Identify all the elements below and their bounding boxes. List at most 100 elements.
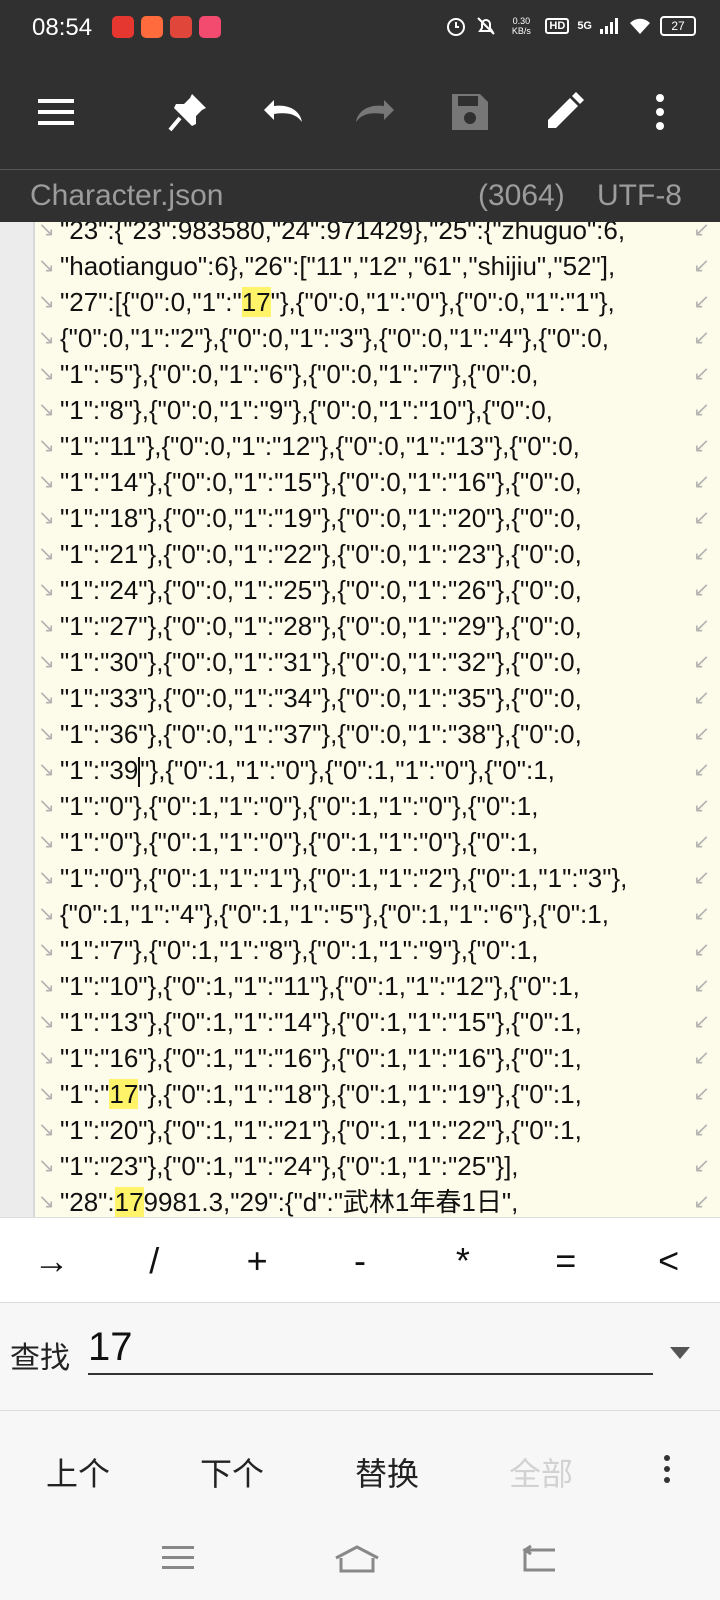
code-line[interactable]: ↘ "1":"0"},{"0":1,"1":"0"},{"0":1,"1":"0"… (38, 788, 718, 824)
encoding-label[interactable]: UTF-8 (597, 179, 682, 213)
code-line[interactable]: ↘ "1":"30"},{"0":0,"1":"31"},{"0":0,"1":"… (38, 644, 718, 680)
code-line[interactable]: ↘ "1":"27"},{"0":0,"1":"28"},{"0":0,"1":"… (38, 608, 718, 644)
code-line[interactable]: ↘ "1":"39"},{"0":1,"1":"0"},{"0":1,"1":"0… (38, 752, 718, 788)
code-line-text: "1":"39"},{"0":1,"1":"0"},{"0":1,"1":"0"… (60, 752, 555, 788)
symbol-key[interactable]: - (309, 1218, 412, 1303)
back-icon[interactable] (521, 1544, 557, 1574)
code-line[interactable]: ↘ "23":{"23":983580,"24":971429},"25":{"z… (38, 222, 718, 248)
home-icon[interactable] (333, 1544, 381, 1574)
more-vertical-icon[interactable] (636, 88, 684, 136)
wrap-continue-icon: ↘ (38, 435, 55, 457)
wrap-icon: ↙ (693, 831, 710, 853)
wrap-continue-icon: ↘ (38, 723, 55, 745)
replace-button[interactable]: 替换 (355, 1449, 419, 1495)
wrap-icon: ↙ (693, 651, 710, 673)
wrap-continue-icon: ↘ (38, 579, 55, 601)
code-line[interactable]: ↘ "1":"7"},{"0":1,"1":"8"},{"0":1,"1":"9"… (38, 932, 718, 968)
wrap-continue-icon: ↘ (38, 615, 55, 637)
code-line-text: "1":"16"},{"0":1,"1":"16"},{"0":1,"1":"1… (60, 1040, 582, 1076)
status-time: 08:54 (32, 14, 93, 41)
symbol-key[interactable]: → (0, 1218, 103, 1303)
wrap-icon: ↙ (693, 795, 710, 817)
editor-gutter (0, 222, 35, 1217)
pin-icon[interactable] (164, 88, 212, 136)
code-line[interactable]: ↘ {"0":1,"1":"4"},{"0":1,"1":"5"},{"0":1,… (38, 896, 718, 932)
wrap-icon: ↙ (693, 543, 710, 565)
status-right: 0.30 KB/s HD 5G 27 (445, 15, 696, 37)
wrap-continue-icon: ↘ (38, 1011, 55, 1033)
code-text: "1":"39 (60, 755, 139, 785)
code-line[interactable]: ↘ {"0":0,"1":"2"},{"0":0,"1":"3"},{"0":0,… (38, 320, 718, 356)
code-line[interactable]: ↘ "1":"21"},{"0":0,"1":"22"},{"0":0,"1":"… (38, 536, 718, 572)
undo-icon[interactable] (258, 88, 306, 136)
code-line[interactable]: ↘ "27":[{"0":0,"1":"17"},{"0":0,"1":"0"},… (38, 284, 718, 320)
wrap-continue-icon: ↘ (38, 255, 55, 277)
code-text: "1":"21"},{"0":0,"1":"22"},{"0":0,"1":"2… (60, 539, 582, 569)
code-line[interactable]: ↘ "1":"10"},{"0":1,"1":"11"},{"0":1,"1":"… (38, 968, 718, 1004)
history-dropdown-icon[interactable] (670, 1347, 690, 1359)
code-line-text: "1":"0"},{"0":1,"1":"1"},{"0":1,"1":"2"}… (60, 860, 627, 896)
more-vertical-icon[interactable] (664, 1455, 670, 1483)
replace-all-button[interactable]: 全部 (509, 1449, 573, 1495)
code-text: "23":{"23":983580,"24":971429},"25":{"zh… (60, 222, 626, 245)
code-line-text: "1":"27"},{"0":0,"1":"28"},{"0":0,"1":"2… (60, 608, 582, 644)
symbol-key[interactable]: + (206, 1218, 309, 1303)
battery-icon: 27 (660, 16, 696, 36)
code-text: "1":"5"},{"0":0,"1":"6"},{"0":0,"1":"7"}… (60, 359, 539, 389)
code-text: "1":"16"},{"0":1,"1":"16"},{"0":1,"1":"1… (60, 1043, 582, 1073)
edit-icon[interactable] (540, 88, 588, 136)
toolbar (0, 58, 720, 169)
code-line[interactable]: ↘ "1":"36"},{"0":0,"1":"37"},{"0":0,"1":"… (38, 716, 718, 752)
code-line[interactable]: ↘ "1":"8"},{"0":0,"1":"9"},{"0":0,"1":"10… (38, 392, 718, 428)
wrap-continue-icon: ↘ (38, 795, 55, 817)
find-prev-button[interactable]: 上个 (46, 1449, 110, 1495)
code-editor[interactable]: ↘ "23":{"23":983580,"24":971429},"25":{"z… (0, 222, 720, 1217)
code-line[interactable]: ↘ "1":"17"},{"0":1,"1":"18"},{"0":1,"1":"… (38, 1076, 718, 1112)
code-line[interactable]: ↘ "1":"20"},{"0":1,"1":"21"},{"0":1,"1":"… (38, 1112, 718, 1148)
code-line[interactable]: ↘ "1":"0"},{"0":1,"1":"0"},{"0":1,"1":"0"… (38, 824, 718, 860)
code-line[interactable]: ↘ "1":"14"},{"0":0,"1":"15"},{"0":0,"1":"… (38, 464, 718, 500)
symbol-key[interactable]: / (103, 1218, 206, 1303)
menu-icon[interactable] (32, 88, 80, 136)
code-line[interactable]: ↘ "1":"5"},{"0":0,"1":"6"},{"0":0,"1":"7"… (38, 356, 718, 392)
code-line-text: "1":"30"},{"0":0,"1":"31"},{"0":0,"1":"3… (60, 644, 582, 680)
find-input[interactable] (88, 1321, 653, 1375)
save-icon[interactable] (446, 88, 494, 136)
wrap-continue-icon: ↘ (38, 1119, 55, 1141)
app-notification-icon (112, 16, 134, 38)
code-line[interactable]: ↘ "1":"13"},{"0":1,"1":"14"},{"0":1,"1":"… (38, 1004, 718, 1040)
code-line-text: "1":"33"},{"0":0,"1":"34"},{"0":0,"1":"3… (60, 680, 582, 716)
find-label: 查找 (10, 1342, 70, 1375)
wrap-icon: ↙ (693, 471, 710, 493)
code-text: "1":"24"},{"0":0,"1":"25"},{"0":0,"1":"2… (60, 575, 582, 605)
find-next-button[interactable]: 下个 (200, 1449, 264, 1495)
code-line[interactable]: ↘ "1":"0"},{"0":1,"1":"1"},{"0":1,"1":"2"… (38, 860, 718, 896)
code-text: "1":"0"},{"0":1,"1":"0"},{"0":1,"1":"0"}… (60, 827, 539, 857)
code-line[interactable]: ↘ "1":"24"},{"0":0,"1":"25"},{"0":0,"1":"… (38, 572, 718, 608)
wifi-icon (630, 18, 650, 34)
wrap-continue-icon: ↘ (38, 687, 55, 709)
symbol-key[interactable]: < (617, 1218, 720, 1303)
code-line[interactable]: ↘ "1":"11"},{"0":0,"1":"12"},{"0":0,"1":"… (38, 428, 718, 464)
code-text: "1":"11"},{"0":0,"1":"12"},{"0":0,"1":"1… (60, 431, 580, 461)
code-text: "1":"20"},{"0":1,"1":"21"},{"0":1,"1":"2… (60, 1115, 582, 1145)
wrap-icon: ↙ (693, 903, 710, 925)
code-line-text: {"0":0,"1":"2"},{"0":0,"1":"3"},{"0":0,"… (60, 320, 609, 356)
code-text: "1":"30"},{"0":0,"1":"31"},{"0":0,"1":"3… (60, 647, 582, 677)
code-line-text: "1":"17"},{"0":1,"1":"18"},{"0":1,"1":"1… (60, 1076, 582, 1112)
wrap-icon: ↙ (693, 939, 710, 961)
code-line-text: "27":[{"0":0,"1":"17"},{"0":0,"1":"0"},{… (60, 284, 615, 320)
code-lines[interactable]: ↘ "23":{"23":983580,"24":971429},"25":{"z… (38, 222, 718, 1217)
code-line[interactable]: ↘ "haotianguo":6},"26":["11","12","61","s… (38, 248, 718, 284)
code-line[interactable]: ↘ "1":"33"},{"0":0,"1":"34"},{"0":0,"1":"… (38, 680, 718, 716)
symbol-key[interactable]: = (514, 1218, 617, 1303)
symbol-key[interactable]: * (411, 1218, 514, 1303)
recent-apps-icon[interactable] (160, 1544, 196, 1572)
code-line[interactable]: ↘ "1":"16"},{"0":1,"1":"16"},{"0":1,"1":"… (38, 1040, 718, 1076)
code-text: "1":"27"},{"0":0,"1":"28"},{"0":0,"1":"2… (60, 611, 582, 641)
code-line[interactable]: ↘ "28":179981.3,"29":{"d":"武林1年春1日", ↙ (38, 1184, 718, 1217)
wrap-icon: ↙ (693, 1191, 710, 1213)
code-line[interactable]: ↘ "1":"18"},{"0":0,"1":"19"},{"0":0,"1":"… (38, 500, 718, 536)
code-text: "27":[{"0":0,"1":" (60, 287, 242, 317)
code-line[interactable]: ↘ "1":"23"},{"0":1,"1":"24"},{"0":1,"1":"… (38, 1148, 718, 1184)
